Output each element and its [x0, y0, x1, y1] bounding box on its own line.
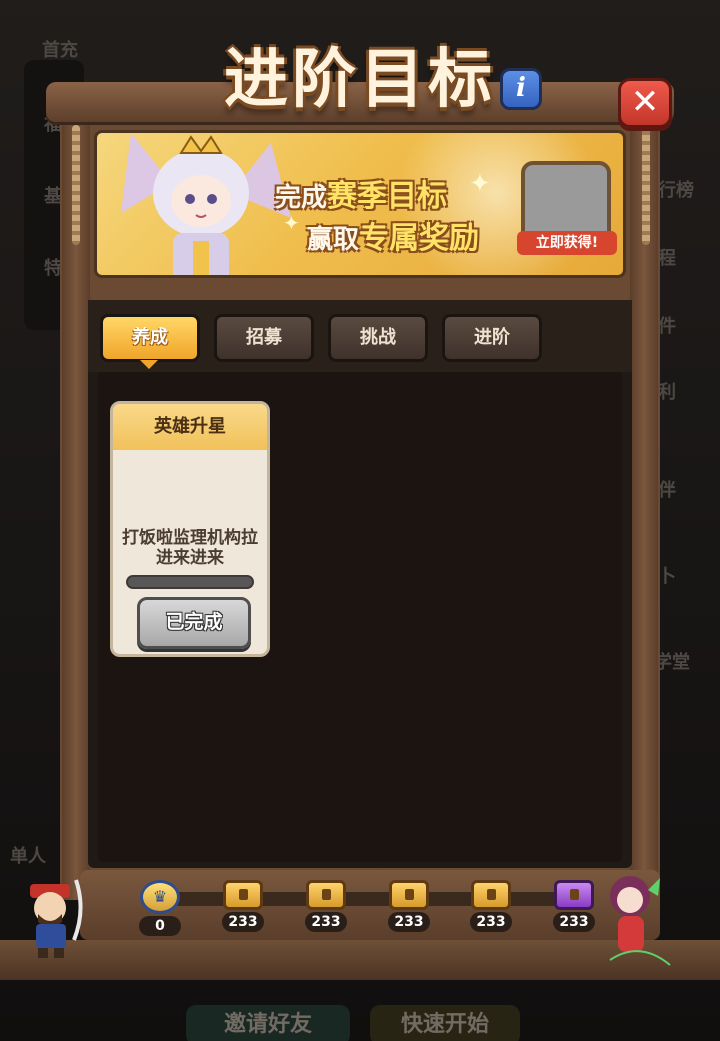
info-button[interactable]: i	[500, 68, 542, 110]
banner-line2-prefix: 赢取	[307, 225, 360, 255]
quest-card-description: 打饭啦监理机构拉进来进来	[122, 528, 258, 568]
progress-track	[150, 892, 590, 906]
bg-menu-label[interactable]: 卜	[658, 562, 676, 588]
info-icon: i	[516, 73, 526, 103]
milestone-value: 233	[470, 912, 512, 932]
milestone-final-chest[interactable]: 233	[551, 880, 597, 932]
rope-decoration	[72, 125, 80, 245]
banner-line1-highlight: 赛季目标	[327, 179, 448, 214]
bg-menu-label[interactable]: 行榜	[658, 176, 694, 202]
milestone-chest[interactable]: 233	[303, 880, 349, 932]
page-title: 进阶目标	[224, 43, 496, 117]
milestone-chest[interactable]: 233	[386, 880, 432, 932]
milestone-chest[interactable]: 233	[468, 880, 514, 932]
milestone-start: ♛ 0	[137, 880, 183, 936]
milestone-value: 233	[222, 912, 264, 932]
banner-line1-prefix: 完成	[275, 183, 328, 213]
sparkle-icon: ✦	[283, 211, 300, 235]
chest-icon	[471, 880, 511, 910]
milestone-value: 233	[305, 912, 347, 932]
rope-decoration	[642, 125, 650, 245]
girl-character-icon	[609, 876, 671, 966]
bg-menu-label[interactable]: 件	[658, 312, 676, 338]
close-icon: ✕	[630, 82, 660, 122]
tab-recruit[interactable]: 招募	[214, 314, 314, 362]
purple-chest-icon	[554, 880, 594, 910]
tab-challenge[interactable]: 挑战	[328, 314, 428, 362]
banner-headline: 完成赛季目标	[275, 171, 447, 215]
tab-advance[interactable]: 进阶	[442, 314, 542, 362]
tab-cultivate[interactable]: 养成	[100, 314, 200, 362]
quick-start-button[interactable]: 快速开始	[370, 1005, 520, 1041]
chest-icon	[306, 880, 346, 910]
chest-icon	[389, 880, 429, 910]
get-now-button[interactable]: 立即获得!	[517, 231, 617, 255]
completed-button[interactable]: 已完成	[137, 597, 251, 649]
chest-icon	[223, 880, 263, 910]
close-button[interactable]: ✕	[618, 78, 672, 128]
milestone-chest[interactable]: 233	[220, 880, 266, 932]
quest-progress-bar	[126, 575, 254, 589]
bg-menu-label[interactable]: 单人	[10, 842, 46, 868]
game-screen: 首充 福 基 特 单人 行榜 程 件 利 伴 卜 学堂 邀请好友 快速开始 完成…	[0, 0, 720, 1041]
pirate-character-icon	[30, 879, 83, 958]
hero-portrait-icon	[121, 133, 291, 275]
active-tab-pointer	[140, 360, 158, 369]
milestone-value: 233	[388, 912, 430, 932]
milestone-value: 0	[139, 916, 181, 936]
crown-badge-icon: ♛	[140, 880, 180, 914]
season-banner: 完成赛季目标 赢取专属奖励 ✦ ✦ 立即获得!	[94, 130, 626, 278]
milestone-value: 233	[553, 912, 595, 932]
sparkle-icon: ✦	[469, 169, 491, 199]
quest-card-title: 英雄升星	[113, 404, 267, 450]
bg-menu-label[interactable]: 伴	[658, 476, 676, 502]
bg-menu-label[interactable]: 程	[658, 244, 676, 270]
banner-subline: 赢取专属奖励	[307, 213, 479, 257]
quest-card: 英雄升星 打饭啦监理机构拉进来进来 已完成	[110, 401, 270, 657]
banner-line2-highlight: 专属奖励	[359, 221, 480, 256]
invite-friends-button[interactable]: 邀请好友	[186, 1005, 350, 1041]
bg-menu-label[interactable]: 利	[658, 378, 676, 404]
